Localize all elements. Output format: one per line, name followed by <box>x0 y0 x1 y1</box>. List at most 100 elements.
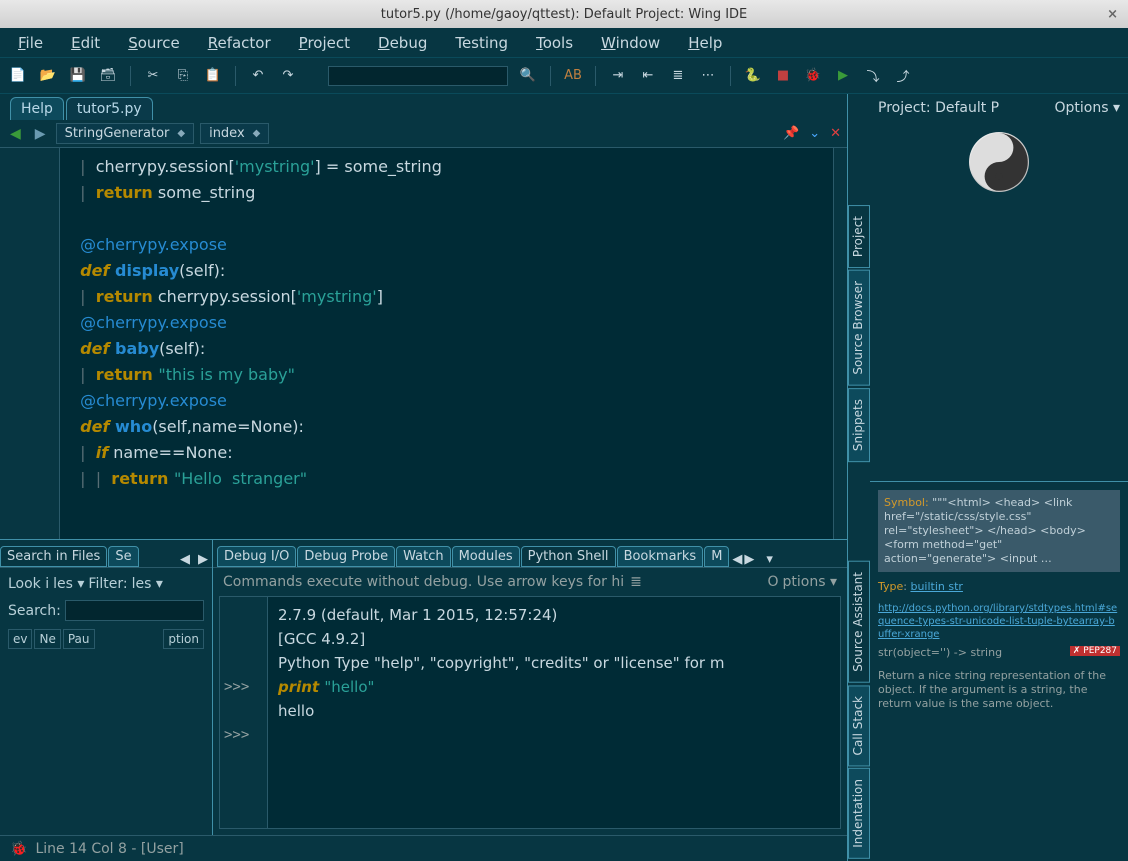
tab-debug-probe[interactable]: Debug Probe <box>297 546 395 567</box>
tab-tutor5[interactable]: tutor5.py <box>66 97 153 120</box>
tab-bookmarks[interactable]: Bookmarks <box>617 546 704 567</box>
editor-gutter <box>0 148 60 539</box>
step-out-icon[interactable]: ⤴ <box>893 66 913 86</box>
options-button[interactable]: ption <box>163 629 204 649</box>
menu-source[interactable]: Source <box>118 30 190 56</box>
vtab-source-assistant[interactable]: Source Assistant <box>848 561 870 683</box>
menu-help[interactable]: Help <box>678 30 732 56</box>
function-dropdown[interactable]: index◆ <box>200 123 269 144</box>
project-label: Project: Default P <box>878 100 999 116</box>
python-shell[interactable]: >>> >>> 2.7.9 (default, Mar 1 2015, 12:5… <box>219 596 841 829</box>
bug-icon[interactable]: 🐞 <box>10 841 27 857</box>
next-button[interactable]: Ne <box>34 629 60 649</box>
pause-button[interactable]: Pau <box>63 629 95 649</box>
window-titlebar: tutor5.py (/home/gaoy/qttest): Default P… <box>0 0 1128 28</box>
type-label: Type <box>878 580 903 593</box>
editor-tabs: Help tutor5.py <box>0 94 847 120</box>
symbol-info: Symbol: """<html> <head> <link href="/st… <box>878 490 1120 572</box>
collapse-icon[interactable]: ⌄ <box>809 126 820 141</box>
type-link[interactable]: builtin str <box>910 580 962 593</box>
project-tree[interactable] <box>870 122 1128 481</box>
toolbar: 📄 📂 💾 🗃 ✂ ⎘ 📋 ↶ ↷ 🔍 AB ⇥ ⇤ ≣ ⋯ 🐍 ■ 🐞 ▶ ⤵… <box>0 58 1128 94</box>
shell-history-icon[interactable]: ≣ <box>630 574 642 590</box>
project-options[interactable]: Options ▾ <box>1054 100 1120 116</box>
search-input[interactable] <box>65 600 204 621</box>
python-icon[interactable]: 🐍 <box>743 66 763 86</box>
shell-gutter: >>> >>> <box>220 597 268 828</box>
tab-scroll-right-icon[interactable]: ▶ <box>744 552 754 567</box>
tab-search-trunc[interactable]: Se <box>108 546 138 567</box>
vtab-project[interactable]: Project <box>848 205 870 268</box>
code-content[interactable]: | cherrypy.session['mystring'] = some_st… <box>60 148 833 539</box>
tab-modules[interactable]: Modules <box>452 546 520 567</box>
vtab-source-browser[interactable]: Source Browser <box>848 270 870 386</box>
window-close-button[interactable]: × <box>1107 7 1118 22</box>
menu-file[interactable]: File <box>8 30 53 56</box>
filter-label: Filter: <box>88 576 127 592</box>
cut-icon[interactable]: ✂ <box>143 66 163 86</box>
align-icon[interactable]: ≣ <box>668 66 688 86</box>
doc-description: Return a nice string representation of t… <box>878 669 1120 711</box>
vtab-indentation[interactable]: Indentation <box>848 768 870 859</box>
search-label: Search: <box>8 603 61 619</box>
menu-window[interactable]: Window <box>591 30 670 56</box>
comment-icon[interactable]: ⋯ <box>698 66 718 86</box>
tab-python-shell[interactable]: Python Shell <box>521 546 616 567</box>
docs-link[interactable]: http://docs.python.org/library/stdtypes.… <box>878 603 1117 640</box>
outdent-icon[interactable]: ⇤ <box>638 66 658 86</box>
panel-nav-right-icon[interactable]: ▶ <box>194 552 212 567</box>
indent-icon[interactable]: ⇥ <box>608 66 628 86</box>
stop-icon[interactable]: ■ <box>773 66 793 86</box>
filter-dropdown[interactable]: les ▾ <box>132 576 163 592</box>
panel-nav-left-icon[interactable]: ◀ <box>176 552 194 567</box>
tab-scroll-left-icon[interactable]: ◀ <box>732 552 742 567</box>
cursor-position: Line 14 Col 8 - [User] <box>35 841 183 857</box>
tab-more[interactable]: M <box>704 546 729 567</box>
undo-icon[interactable]: ↶ <box>248 66 268 86</box>
class-dropdown[interactable]: StringGenerator◆ <box>56 123 195 144</box>
vtab-snippets[interactable]: Snippets <box>848 388 870 462</box>
save-all-icon[interactable]: 🗃 <box>98 66 118 86</box>
pin-icon[interactable]: 📌 <box>783 126 799 141</box>
menu-tools[interactable]: Tools <box>526 30 583 56</box>
nav-back-icon[interactable]: ◀ <box>6 126 25 142</box>
copy-icon[interactable]: ⎘ <box>173 66 193 86</box>
step-icon[interactable]: ⤵ <box>863 66 883 86</box>
pep-badge: ✗ PEP287 <box>1070 646 1120 656</box>
close-editor-icon[interactable]: ✕ <box>830 126 841 141</box>
menu-edit[interactable]: Edit <box>61 30 110 56</box>
look-in-dropdown[interactable]: les ▾ <box>53 576 84 592</box>
editor-scrollbar[interactable] <box>833 148 847 539</box>
code-editor[interactable]: | cherrypy.session['mystring'] = some_st… <box>0 148 847 539</box>
menu-refactor[interactable]: Refactor <box>198 30 281 56</box>
prev-button[interactable]: ev <box>8 629 32 649</box>
nav-forward-icon[interactable]: ▶ <box>31 126 50 142</box>
editor-nav-bar: ◀ ▶ StringGenerator◆ index◆ 📌 ⌄ ✕ <box>0 120 847 148</box>
toolbar-search-input[interactable] <box>328 66 508 86</box>
debug-icon[interactable]: 🐞 <box>803 66 823 86</box>
paste-icon[interactable]: 📋 <box>203 66 223 86</box>
vtab-call-stack[interactable]: Call Stack <box>848 685 870 766</box>
tab-watch[interactable]: Watch <box>396 546 450 567</box>
tab-search-in-files[interactable]: Search in Files <box>0 546 107 567</box>
run-icon[interactable]: ▶ <box>833 66 853 86</box>
menu-testing[interactable]: Testing <box>445 30 518 56</box>
new-file-icon[interactable]: 📄 <box>8 66 28 86</box>
shell-info: Commands execute without debug. Use arro… <box>223 574 624 590</box>
menu-debug[interactable]: Debug <box>368 30 437 56</box>
right-vertical-tabs: Project Source Browser Snippets Source A… <box>848 94 870 861</box>
find-replace-icon[interactable]: AB <box>563 66 583 86</box>
search-icon[interactable]: 🔍 <box>518 66 538 86</box>
redo-icon[interactable]: ↷ <box>278 66 298 86</box>
menubar: File Edit Source Refactor Project Debug … <box>0 28 1128 58</box>
open-folder-icon[interactable]: 📂 <box>38 66 58 86</box>
tab-help[interactable]: Help <box>10 97 64 120</box>
menu-project[interactable]: Project <box>289 30 360 56</box>
tab-menu-icon[interactable]: ▾ <box>766 552 773 567</box>
debug-panel: Debug I/O Debug Probe Watch Modules Pyth… <box>213 540 847 835</box>
signature: str(object='') -> string <box>878 646 1002 659</box>
tab-debug-io[interactable]: Debug I/O <box>217 546 296 567</box>
shell-options[interactable]: OOptionsptions ▾ <box>767 574 837 590</box>
shell-output[interactable]: 2.7.9 (default, Mar 1 2015, 12:57:24) [G… <box>268 597 840 828</box>
save-icon[interactable]: 💾 <box>68 66 88 86</box>
